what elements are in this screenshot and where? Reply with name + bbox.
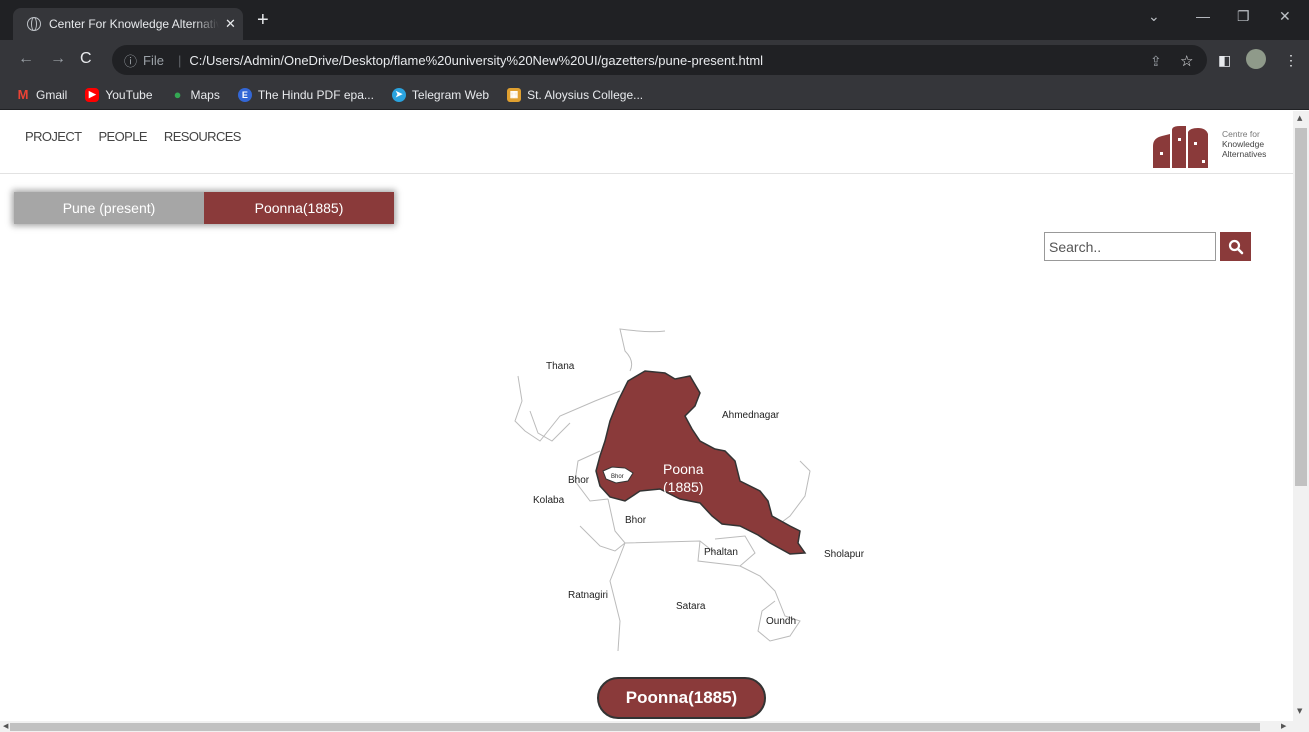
nav-project[interactable]: PROJECT (25, 129, 82, 144)
scroll-left-icon[interactable]: ◀ (3, 722, 8, 730)
era-toggle: Pune (present) Poonna(1885) (14, 192, 394, 224)
map-label-bhor-left: Bhor (568, 475, 590, 486)
url-prefix: File (143, 52, 164, 68)
tab-close-icon[interactable]: ✕ (225, 16, 236, 32)
tab-search-icon[interactable]: ⌄ (1148, 8, 1160, 25)
scroll-up-icon[interactable]: ▲ (1297, 114, 1302, 122)
map-label-satara: Satara (676, 601, 706, 612)
minimize-icon[interactable]: — (1196, 8, 1210, 24)
border-satara-east (739, 565, 801, 642)
map-label-sholapur: Sholapur (824, 549, 865, 560)
info-icon[interactable]: ⓘ (124, 51, 137, 70)
vertical-scroll-thumb[interactable] (1295, 128, 1307, 486)
bookmarks-bar: M Gmail ▶ YouTube ● Maps E The Hindu PDF… (0, 80, 1309, 110)
bookmark-telegram[interactable]: ➤ Telegram Web (391, 87, 490, 102)
e-icon: E (237, 87, 252, 102)
logo-line-2: Knowledge (1222, 139, 1265, 149)
scroll-right-icon[interactable]: ▶ (1281, 722, 1286, 730)
maps-icon: ● (173, 87, 182, 102)
border-thana-west (514, 375, 621, 442)
bookmark-label: Gmail (36, 87, 68, 102)
header-divider (0, 173, 1293, 174)
border-west-south (609, 542, 626, 651)
browser-tab-strip: Center For Knowledge Alternatives ✕ + ⌄ … (0, 0, 1309, 40)
logo-line-1: Centre for (1222, 129, 1260, 139)
map-label-ahmednagar: Ahmednagar (722, 410, 780, 421)
side-panel-icon[interactable]: ◧ (1218, 52, 1231, 69)
bookmark-label: Telegram Web (411, 87, 490, 102)
bookmark-maps[interactable]: ● Maps (171, 87, 220, 102)
nav-people[interactable]: PEOPLE (98, 129, 147, 144)
url-separator: | (177, 52, 182, 68)
search-button[interactable] (1220, 232, 1251, 261)
college-icon: ▦ (507, 87, 522, 102)
bookmark-label: YouTube (105, 87, 153, 102)
map-label-thana: Thana (546, 361, 575, 372)
bookmark-label: The Hindu PDF epa... (257, 87, 374, 102)
bookmark-label: St. Aloysius College... (527, 87, 644, 102)
map-label-bhor-enclave: Bhor (611, 474, 624, 480)
map-label-phaltan: Phaltan (704, 547, 738, 558)
reload-icon[interactable]: C (80, 50, 92, 68)
map-label-poona: Poona (663, 461, 704, 477)
forward-icon[interactable]: → (50, 50, 66, 68)
gmail-icon: M (17, 87, 29, 102)
border-thana-north (619, 328, 666, 372)
toggle-poonna-1885[interactable]: Poonna(1885) (204, 192, 394, 224)
profile-avatar-icon[interactable] (1246, 49, 1266, 69)
district-title-pill[interactable]: Poonna(1885) (597, 677, 766, 719)
bookmark-star-icon[interactable]: ☆ (1180, 52, 1193, 70)
restore-icon[interactable]: ❐ (1237, 8, 1250, 25)
border-ratnagiri (579, 525, 626, 552)
logo-line-3: Alternatives (1222, 149, 1267, 159)
horizontal-scroll-thumb[interactable] (10, 723, 1260, 731)
bookmark-gmail[interactable]: M Gmail (16, 87, 68, 102)
search-input[interactable] (1044, 232, 1216, 261)
logo-text: Centre for Knowledge Alternatives (1222, 129, 1266, 159)
bookmark-st-aloysius[interactable]: ▦ St. Aloysius College... (507, 87, 644, 102)
search-icon (1228, 239, 1243, 254)
bookmark-the-hindu[interactable]: E The Hindu PDF epa... (237, 87, 374, 102)
youtube-icon: ▶ (85, 87, 100, 102)
map-label-kolaba: Kolaba (533, 495, 565, 506)
url-text: C:/Users/Admin/OneDrive/Desktop/flame%20… (189, 52, 764, 68)
browser-tab[interactable]: Center For Knowledge Alternatives ✕ (13, 8, 243, 40)
map-label-oundh: Oundh (766, 616, 796, 627)
new-tab-button[interactable]: + (257, 9, 269, 32)
main-nav: PROJECT PEOPLE RESOURCES (25, 129, 241, 144)
close-window-icon[interactable]: ✕ (1279, 8, 1291, 25)
map-label-ratnagiri: Ratnagiri (568, 590, 608, 601)
share-icon[interactable]: ⇪ (1150, 53, 1162, 70)
bookmark-youtube[interactable]: ▶ YouTube (85, 87, 153, 102)
bookmark-label: Maps (190, 87, 220, 102)
menu-icon[interactable]: ⋮ (1284, 52, 1298, 69)
map-label-poona-year: (1885) (663, 479, 703, 495)
scroll-down-icon[interactable]: ▼ (1297, 707, 1302, 715)
address-bar[interactable]: ⓘ File | C:/Users/Admin/OneDrive/Desktop… (112, 45, 1207, 75)
toggle-pune-present[interactable]: Pune (present) (14, 192, 204, 224)
border-west-coast (529, 410, 571, 442)
back-icon[interactable]: ← (18, 50, 34, 68)
web-page: PROJECT PEOPLE RESOURCES Centre for Know… (0, 111, 1293, 721)
nav-resources[interactable]: RESOURCES (164, 129, 242, 144)
map-label-bhor-bottom: Bhor (625, 515, 647, 526)
globe-icon (27, 17, 41, 31)
telegram-icon: ➤ (391, 87, 406, 102)
district-map: Thana Ahmednagar Bhor Bhor Kolaba Bhor P… (514, 328, 865, 651)
tab-title: Center For Knowledge Alternatives (49, 17, 219, 31)
